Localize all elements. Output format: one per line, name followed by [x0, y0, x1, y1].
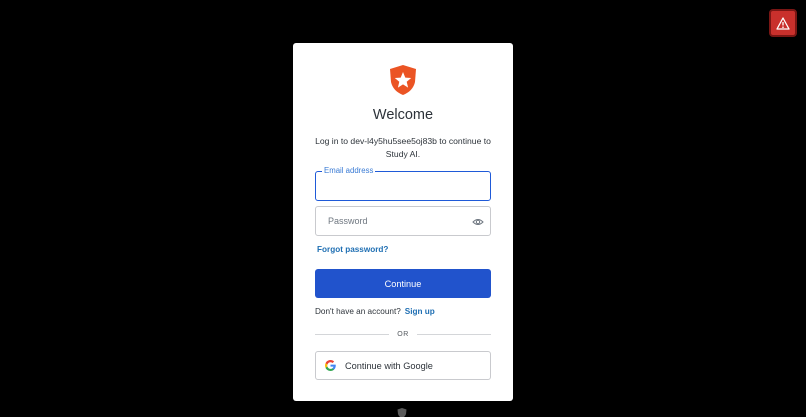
- email-label: Email address: [322, 166, 376, 176]
- alert-button[interactable]: [769, 9, 797, 37]
- email-input[interactable]: [316, 172, 490, 200]
- auth0-footer-icon: [397, 408, 407, 417]
- google-icon: [325, 360, 336, 371]
- or-divider: OR: [315, 329, 491, 339]
- warning-triangle-icon: [776, 16, 790, 30]
- password-input[interactable]: [316, 207, 490, 235]
- login-card: Welcome Log in to dev-l4y5hu5see5oj83b t…: [293, 43, 513, 401]
- signup-row: Don't have an account? Sign up: [315, 307, 435, 316]
- signup-link[interactable]: Sign up: [405, 307, 435, 316]
- email-field[interactable]: Email address: [315, 166, 491, 201]
- auth0-shield-logo: [390, 65, 416, 95]
- signup-prompt: Don't have an account?: [315, 307, 401, 316]
- login-subtitle: Log in to dev-l4y5hu5see5oj83b to contin…: [315, 136, 491, 159]
- forgot-password-link[interactable]: Forgot password?: [317, 245, 388, 254]
- login-page: Welcome Log in to dev-l4y5hu5see5oj83b t…: [0, 0, 806, 417]
- continue-button[interactable]: Continue: [315, 269, 491, 298]
- divider-line-right: [416, 333, 491, 335]
- password-field[interactable]: [315, 206, 491, 236]
- divider-line-left: [315, 333, 390, 335]
- page-title: Welcome: [372, 107, 434, 123]
- eye-icon[interactable]: [472, 216, 484, 228]
- google-button-label: Continue with Google: [345, 360, 433, 371]
- divider-text: OR: [397, 330, 409, 338]
- continue-with-google-button[interactable]: Continue with Google: [315, 351, 491, 380]
